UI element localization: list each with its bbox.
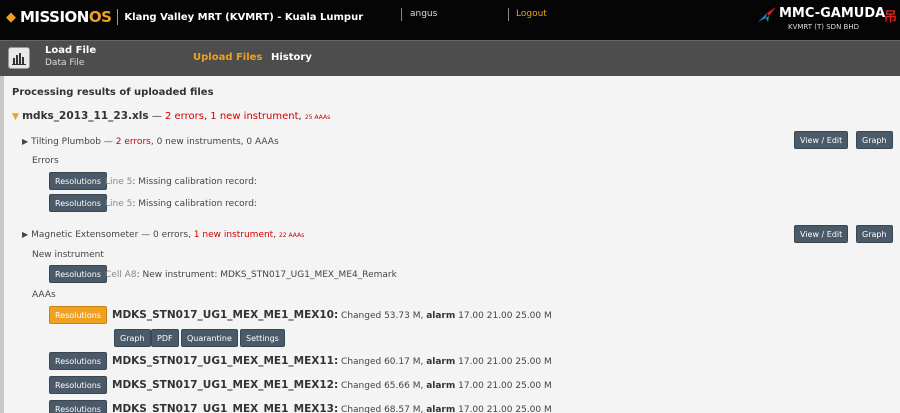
aaa-alarm-values: 17.00 21.00 25.00 M — [455, 357, 552, 367]
resolutions-button[interactable]: Resolutions — [49, 352, 107, 370]
aaa-changed: Changed 68.57 M, — [338, 405, 427, 413]
section-title: Load File — [45, 45, 97, 56]
new-instrument-text: : New instrument: MDKS_STN017_UG1_MEX_ME… — [136, 270, 397, 280]
error-message: Line 5: Missing calibration record: — [105, 177, 257, 187]
aaa-name: MDKS_STN017_UG1_MEX_ME1_MEX13: — [112, 403, 339, 413]
file-separator: — — [148, 111, 165, 122]
aaas-label: AAAs — [32, 290, 56, 300]
instrument-name: Tilting Plumbob — [31, 137, 102, 147]
aaa-item: MDKS_STN017_UG1_MEX_ME1_MEX10: Changed 5… — [112, 309, 552, 321]
instrument-aaas: 22 AAAs — [278, 232, 305, 239]
error-location: Line 5 — [105, 199, 133, 209]
sub-navigation: Load File Data File Upload Files History — [0, 40, 900, 76]
aaa-alarm-values: 17.00 21.00 25.00 M — [455, 311, 552, 321]
resolutions-button[interactable]: Resolutions — [49, 400, 107, 413]
error-text: : Missing calibration record: — [132, 177, 257, 187]
expand-triangle-icon: ▼ — [12, 112, 19, 122]
instrument-summary: — 0 errors, — [138, 230, 194, 240]
resolutions-button[interactable]: Resolutions — [49, 376, 107, 394]
divider — [401, 8, 402, 21]
instrument-summary: , 0 new instruments, 0 AAAs — [150, 137, 279, 147]
resolutions-button[interactable]: Resolutions — [49, 194, 107, 212]
tab-upload-files[interactable]: Upload Files — [193, 52, 262, 63]
file-new-instruments: 1 new instrument — [210, 111, 299, 122]
file-errors: 2 errors — [164, 111, 204, 122]
company-hanzi: 吊 — [884, 10, 898, 25]
view-edit-button[interactable]: View / Edit — [794, 225, 849, 243]
file-name: mdks_2013_11_23.xls — [22, 110, 149, 122]
instrument-errors: 2 errors — [115, 137, 151, 147]
instrument-row[interactable]: ▶ Magnetic Extensometer — 0 errors, 1 new… — [22, 230, 304, 240]
brand-accent: OS — [88, 8, 112, 26]
cell-location: Cell A8 — [105, 270, 137, 280]
aaa-changed: Changed 53.73 M, — [338, 311, 427, 321]
graph-button[interactable]: Graph — [856, 131, 893, 149]
aaa-alarm-label: alarm — [426, 311, 456, 321]
new-instrument-label: New instrument — [32, 250, 104, 260]
page-title: Processing results of uploaded files — [12, 87, 214, 98]
instrument-row[interactable]: ▶ Tilting Plumbob — 2 errors, 0 new instr… — [22, 137, 279, 147]
top-bar: ◆ MISSION OS Klang Valley MRT (KVMRT) - K… — [0, 0, 900, 40]
instrument-new-instruments: 1 new instrument — [193, 230, 274, 240]
aaa-name: MDKS_STN017_UG1_MEX_ME1_MEX12: — [112, 379, 339, 391]
aaa-item: MDKS_STN017_UG1_MEX_ME1_MEX12: Changed 6… — [112, 379, 552, 391]
resolutions-button[interactable]: Resolutions — [49, 172, 107, 190]
section-subtitle: Data File — [45, 58, 85, 68]
resolutions-button[interactable]: Resolutions — [49, 265, 107, 283]
brand-logo[interactable]: ◆ MISSION OS Klang Valley MRT (KVMRT) - K… — [6, 8, 363, 26]
pdf-button[interactable]: PDF — [151, 329, 179, 347]
graph-button[interactable]: Graph — [856, 225, 893, 243]
aaa-alarm-values: 17.00 21.00 25.00 M — [455, 405, 552, 413]
main-content: Processing results of uploaded files ▼ m… — [0, 76, 900, 413]
view-edit-button[interactable]: View / Edit — [794, 131, 849, 149]
aaa-alarm-values: 17.00 21.00 25.00 M — [455, 381, 552, 391]
aaa-alarm-label: alarm — [426, 357, 456, 367]
brand-divider — [117, 9, 119, 25]
collapse-triangle-icon: ▶ — [22, 137, 29, 146]
file-row[interactable]: ▼ mdks_2013_11_23.xls — 2 errors, 1 new … — [12, 110, 330, 122]
aaa-changed: Changed 60.17 M, — [338, 357, 427, 367]
aaa-alarm-label: alarm — [426, 381, 456, 391]
graph-action-button[interactable]: Graph — [114, 329, 151, 347]
collapse-triangle-icon: ▶ — [22, 230, 29, 239]
settings-button[interactable]: Settings — [240, 329, 285, 347]
aaa-name: MDKS_STN017_UG1_MEX_ME1_MEX11: — [112, 355, 339, 367]
company-subtitle: KVMRT (T) SDN BHD — [788, 23, 859, 31]
bar-chart-icon — [8, 47, 30, 69]
resolutions-button-active[interactable]: Resolutions — [49, 306, 107, 324]
errors-label: Errors — [32, 156, 59, 166]
error-message: Line 5: Missing calibration record: — [105, 199, 257, 209]
project-name: Klang Valley MRT (KVMRT) - Kuala Lumpur — [124, 11, 364, 23]
diamond-icon: ◆ — [6, 9, 16, 25]
aaa-alarm-label: alarm — [426, 405, 456, 413]
tab-history[interactable]: History — [271, 52, 312, 63]
company-logo-icon — [758, 7, 776, 22]
user-name: angus — [410, 9, 438, 19]
company-logo: MMC-GAMUDA 吊 KVMRT (T) SDN BHD — [758, 6, 900, 34]
company-name: MMC-GAMUDA — [779, 6, 886, 21]
aaa-item: MDKS_STN017_UG1_MEX_ME1_MEX13: Changed 6… — [112, 403, 552, 413]
aaa-name: MDKS_STN017_UG1_MEX_ME1_MEX10: — [112, 309, 339, 321]
error-text: : Missing calibration record: — [132, 199, 257, 209]
instrument-name: Magnetic Extensometer — [31, 230, 139, 240]
aaa-changed: Changed 65.66 M, — [338, 381, 427, 391]
logout-link[interactable]: Logout — [516, 9, 547, 19]
file-aaas: 25 AAAs — [304, 114, 331, 121]
quarantine-button[interactable]: Quarantine — [181, 329, 238, 347]
new-instrument-message: Cell A8: New instrument: MDKS_STN017_UG1… — [105, 270, 397, 280]
divider — [508, 8, 509, 21]
aaa-item: MDKS_STN017_UG1_MEX_ME1_MEX11: Changed 6… — [112, 355, 552, 367]
brand-name: MISSION — [20, 8, 89, 26]
instrument-separator: — — [101, 137, 116, 147]
error-location: Line 5 — [105, 177, 133, 187]
